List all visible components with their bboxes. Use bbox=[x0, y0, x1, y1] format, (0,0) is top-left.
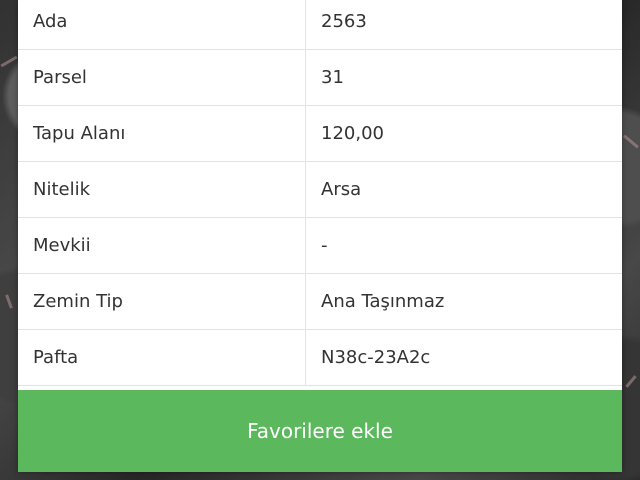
row-value: 120,00 bbox=[321, 123, 384, 144]
row-value: Ana Taşınmaz bbox=[321, 291, 445, 312]
row-value: 31 bbox=[321, 67, 344, 88]
row-label: Ada bbox=[18, 0, 306, 49]
table-row: Parsel 31 bbox=[18, 50, 622, 106]
row-label: Mevkii bbox=[18, 218, 306, 273]
row-value: 2563 bbox=[321, 11, 367, 32]
table-row: Zemin Tip Ana Taşınmaz bbox=[18, 274, 622, 330]
row-value: N38c-23A2c bbox=[321, 347, 431, 368]
add-to-favorites-button[interactable]: Favorilere ekle bbox=[18, 390, 622, 472]
parcel-info-card: Ada 2563 Parsel 31 Tapu Alanı 120,00 Nit… bbox=[18, 0, 622, 472]
row-label: Nitelik bbox=[18, 162, 306, 217]
table-row: Pafta N38c-23A2c bbox=[18, 330, 622, 386]
row-value: Arsa bbox=[321, 179, 362, 200]
table-row: Ada 2563 bbox=[18, 0, 622, 50]
row-label: Pafta bbox=[18, 330, 306, 385]
row-value: - bbox=[321, 235, 328, 256]
row-label: Zemin Tip bbox=[18, 274, 306, 329]
row-label: Tapu Alanı bbox=[18, 106, 306, 161]
table-row: Tapu Alanı 120,00 bbox=[18, 106, 622, 162]
table-row: Nitelik Arsa bbox=[18, 162, 622, 218]
row-label: Parsel bbox=[18, 50, 306, 105]
table-row: Mevkii - bbox=[18, 218, 622, 274]
